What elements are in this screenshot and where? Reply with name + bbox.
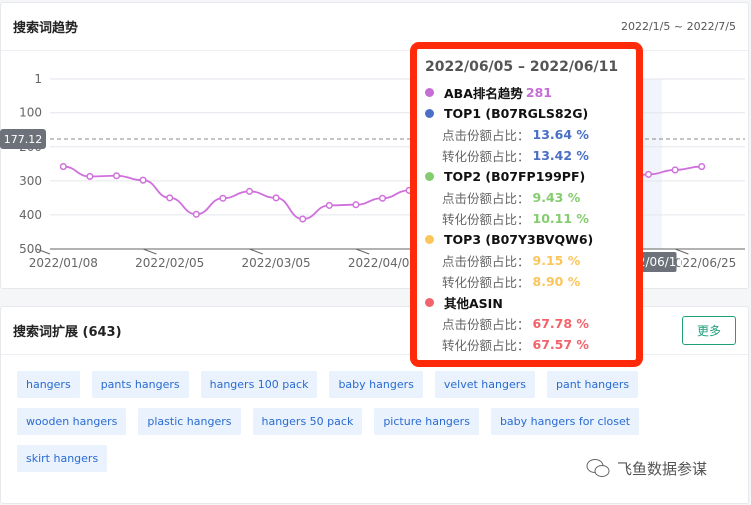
y-tick-label: 400: [19, 208, 42, 222]
data-point: [272, 194, 280, 202]
tooltip-series: TOP3 (B07Y3BVQW6): [425, 229, 636, 250]
keyword-tag[interactable]: velvet hangers: [434, 371, 535, 398]
tooltip-series: TOP2 (B07FP199PF): [425, 166, 636, 187]
x-tick: [142, 248, 157, 255]
keyword-tag[interactable]: pant hangers: [546, 371, 639, 398]
conversion-share-label: 转化份额占比：: [442, 212, 530, 227]
tooltip-date: 2022/06/05 – 2022/06/11: [425, 59, 619, 75]
data-point: [112, 172, 121, 180]
keyword-tags: hangers pants hangers hangers 100 pack baby…: [1, 355, 741, 472]
more-button[interactable]: 更多: [681, 316, 736, 345]
chart-tooltip: 2022/06/05 – 2022/06/11 ABA排名趋势 281 TOP1 …: [410, 42, 643, 367]
x-tick-label: 2022/02/05: [135, 256, 204, 270]
click-share-label: 点击份额占比：: [442, 191, 530, 206]
aba-value: 281: [525, 85, 552, 100]
x-tick: [249, 248, 263, 255]
click-share-value: 9.43 %: [532, 190, 581, 205]
data-point: [299, 215, 307, 223]
series-dot-icon: [425, 109, 434, 118]
data-point: [166, 194, 174, 202]
click-share-label: 点击份额占比：: [442, 317, 530, 332]
conversion-share-label: 转化份额占比：: [442, 275, 530, 290]
x-tick: [355, 248, 370, 255]
y-tick-label: 1: [34, 72, 42, 86]
watermark-text: 飞鱼数据参谋: [617, 459, 708, 478]
mark-line-label: 177.12: [4, 133, 43, 146]
x-tick-label: 2022/04/02: [348, 256, 417, 270]
data-point: [378, 194, 387, 202]
aba-dot-icon: [425, 88, 434, 97]
conversion-share-value: 8.90 %: [532, 274, 581, 289]
conversion-share-label: 转化份额占比：: [442, 338, 530, 353]
keyword-tag[interactable]: wooden hangers: [17, 408, 127, 435]
tooltip-series: TOP1 (B07RGLS82G): [425, 103, 636, 124]
click-share-value: 13.64 %: [532, 127, 589, 142]
data-point: [644, 170, 653, 178]
series-dot-icon: [425, 235, 434, 244]
data-point: [352, 201, 360, 209]
aba-label: ABA排名趋势: [444, 86, 523, 101]
data-point: [86, 172, 94, 180]
series-dot-icon: [425, 172, 434, 181]
data-point: [219, 194, 227, 202]
keyword-tag[interactable]: baby hangers for closet: [490, 408, 640, 435]
keyword-tag[interactable]: pants hangers: [91, 371, 189, 398]
x-tick: [674, 248, 689, 255]
keyword-tag[interactable]: hangers 50 pack: [252, 408, 363, 435]
expand-title: 搜索词扩展 (643): [13, 325, 122, 340]
conversion-share-value: 67.57 %: [532, 337, 589, 352]
series-name: TOP1 (B07RGLS82G): [444, 106, 589, 121]
data-point: [192, 210, 200, 218]
x-tick-label: 2022/01/08: [29, 256, 98, 270]
wechat-icon: [586, 459, 610, 477]
series-name: TOP3 (B07Y3BVQW6): [444, 232, 594, 247]
y-tick-label: 500: [19, 242, 42, 256]
x-tick-label: 2022/03/05: [242, 256, 311, 270]
series-name: 其他ASIN: [444, 296, 503, 311]
click-share-value: 9.15 %: [532, 253, 581, 268]
keyword-tag[interactable]: plastic hangers: [138, 408, 241, 435]
keyword-tag[interactable]: picture hangers: [374, 408, 479, 435]
conversion-share-value: 10.11 %: [532, 211, 589, 226]
y-tick-label: 100: [19, 106, 42, 120]
keyword-tag[interactable]: hangers: [17, 371, 80, 398]
data-point: [245, 187, 254, 195]
data-point: [59, 163, 67, 171]
y-tick-label: 300: [19, 174, 42, 188]
watermark: 飞鱼数据参谋: [585, 457, 707, 479]
click-share-label: 点击份额占比：: [442, 128, 530, 143]
keyword-tag[interactable]: skirt hangers: [17, 445, 108, 472]
data-point: [139, 176, 147, 184]
keyword-tag[interactable]: hangers 100 pack: [200, 371, 318, 398]
data-point: [325, 201, 333, 209]
series-dot-icon: [425, 298, 434, 307]
series-name: TOP2 (B07FP199PF): [444, 169, 586, 184]
data-point: [698, 163, 706, 171]
data-point: [671, 166, 679, 174]
tooltip-series: 其他ASIN: [425, 292, 636, 313]
click-share-value: 67.78 %: [532, 316, 589, 331]
conversion-share-value: 13.42 %: [532, 148, 589, 163]
click-share-label: 点击份额占比：: [442, 254, 530, 269]
conversion-share-label: 转化份额占比：: [442, 149, 530, 164]
keyword-tag[interactable]: baby hangers: [329, 371, 423, 398]
